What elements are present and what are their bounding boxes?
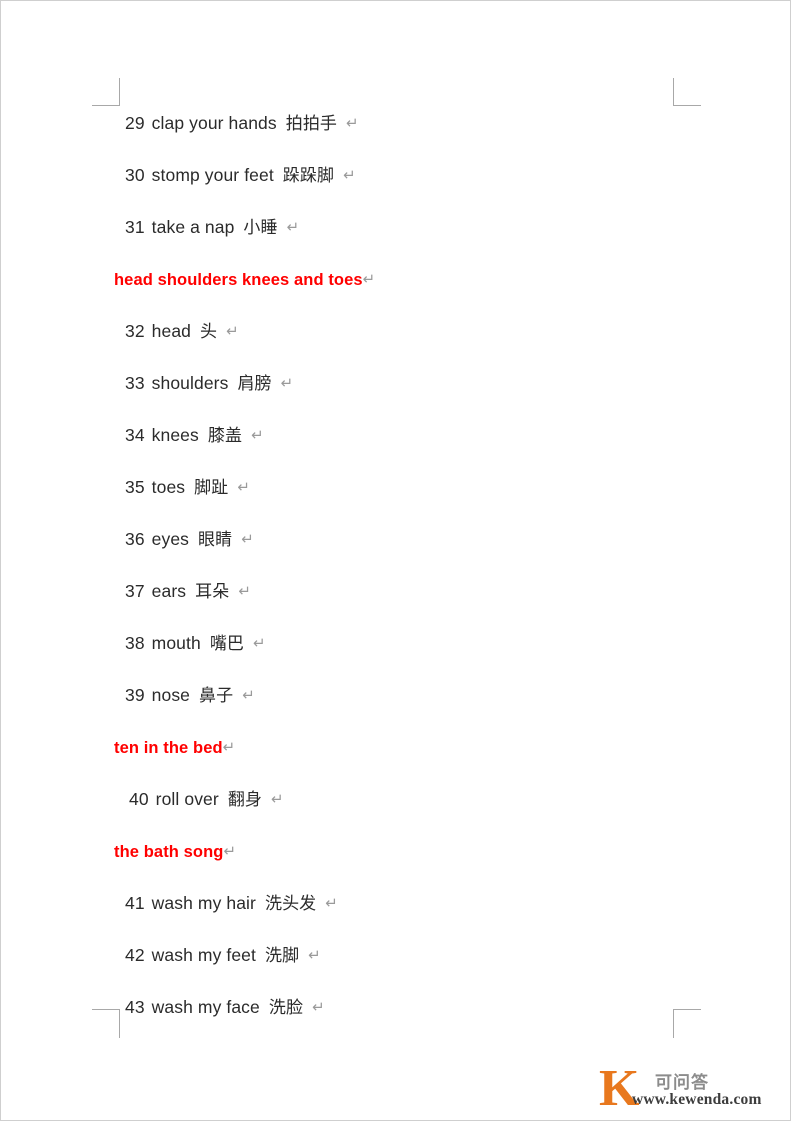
english-term: eyes <box>151 529 190 549</box>
vocabulary-line: 37 ears 耳朵 ↵ <box>1 565 790 617</box>
document-page: 29 clap your hands 拍拍手 ↵ 30 stomp your feet 跺跺… <box>0 0 791 1121</box>
vocabulary-line: 38 mouth 嘴巴 ↵ <box>1 617 790 669</box>
paragraph-mark-icon: ↵ <box>237 478 251 496</box>
vocabulary-line: 34 knees 膝盖 ↵ <box>1 409 790 461</box>
chinese-translation: 头 <box>200 322 218 342</box>
paragraph-mark-icon: ↵ <box>242 686 255 704</box>
vocabulary-line: 32 head 头 ↵ <box>1 305 790 357</box>
heading-text: head shoulders knees and toes <box>114 271 363 289</box>
vocabulary-line: 43 wash my face 洗脸 ↵ <box>1 981 790 1033</box>
chinese-translation: 小睡 <box>243 218 278 238</box>
line-number: 34 <box>125 425 145 445</box>
english-term: toes <box>151 477 186 497</box>
line-number: 39 <box>125 685 145 705</box>
vocabulary-line: 31 take a nap 小睡 ↵ <box>1 201 790 253</box>
chinese-translation: 拍拍手 <box>285 114 338 134</box>
line-number: 33 <box>125 373 145 393</box>
watermark-chinese-name: 可问答 <box>655 1073 709 1093</box>
paragraph-mark-icon: ↵ <box>238 582 251 600</box>
line-number: 30 <box>125 165 145 185</box>
line-number: 40 <box>129 789 149 809</box>
vocabulary-line: 39 nose 鼻子 ↵ <box>1 669 790 721</box>
paragraph-mark-icon: ↵ <box>223 842 237 860</box>
line-number: 35 <box>125 477 145 497</box>
line-number: 32 <box>125 321 145 341</box>
chinese-translation: 跺跺脚 <box>282 166 335 186</box>
line-number: 31 <box>125 217 145 237</box>
english-term: wash my feet <box>151 945 256 965</box>
paragraph-mark-icon: ↵ <box>253 634 266 652</box>
watermark-url: www.kewenda.com <box>632 1091 762 1108</box>
vocabulary-line: 42 wash my feet 洗脚 ↵ <box>1 929 790 981</box>
english-term: wash my hair <box>151 893 256 913</box>
paragraph-mark-icon: ↵ <box>226 322 239 340</box>
vocabulary-line: 40 roll over 翻身 ↵ <box>1 773 790 825</box>
section-heading: the bath song↵ <box>1 825 790 877</box>
english-term: clap your hands <box>151 113 277 133</box>
english-term: mouth <box>151 633 201 653</box>
paragraph-mark-icon: ↵ <box>280 374 294 392</box>
chinese-translation: 耳朵 <box>195 582 230 602</box>
line-number: 37 <box>125 581 145 601</box>
english-term: ears <box>151 581 187 601</box>
vocabulary-line: 35 toes 脚趾 ↵ <box>1 461 790 513</box>
paragraph-mark-icon: ↵ <box>271 790 284 808</box>
english-term: take a nap <box>151 217 235 237</box>
paragraph-mark-icon: ↵ <box>222 738 236 756</box>
paragraph-mark-icon: ↵ <box>362 270 376 288</box>
paragraph-mark-icon: ↵ <box>241 530 254 548</box>
line-number: 38 <box>125 633 145 653</box>
paragraph-mark-icon: ↵ <box>308 946 321 964</box>
english-term: stomp your feet <box>151 165 274 185</box>
section-heading: ten in the bed↵ <box>1 721 790 773</box>
chinese-translation: 翻身 <box>227 790 263 810</box>
vocabulary-line: 41 wash my hair 洗头发 ↵ <box>1 877 790 929</box>
line-number: 43 <box>125 997 145 1017</box>
paragraph-mark-icon: ↵ <box>325 894 338 912</box>
line-number: 36 <box>125 529 145 549</box>
chinese-translation: 洗头发 <box>264 894 317 914</box>
paragraph-mark-icon: ↵ <box>312 998 325 1016</box>
chinese-translation: 眼睛 <box>198 530 233 550</box>
chinese-translation: 脚趾 <box>194 478 229 498</box>
english-term: head <box>151 321 192 341</box>
section-heading: head shoulders knees and toes↵ <box>1 253 790 305</box>
document-body: 29 clap your hands 拍拍手 ↵ 30 stomp your feet 跺跺… <box>1 97 790 1033</box>
line-number: 42 <box>125 945 145 965</box>
chinese-translation: 膝盖 <box>207 426 243 446</box>
chinese-translation: 嘴巴 <box>209 634 245 654</box>
english-term: nose <box>151 685 191 705</box>
english-term: knees <box>151 425 199 445</box>
english-term: roll over <box>155 789 219 809</box>
heading-text: ten in the bed <box>114 739 223 757</box>
paragraph-mark-icon: ↵ <box>251 426 264 444</box>
heading-text: the bath song <box>114 843 224 861</box>
paragraph-mark-icon: ↵ <box>346 114 359 132</box>
watermark-logo: K 可问答 www.kewenda.com <box>599 1063 769 1115</box>
chinese-translation: 洗脚 <box>264 946 300 966</box>
paragraph-mark-icon: ↵ <box>343 166 356 184</box>
line-number: 41 <box>125 893 145 913</box>
paragraph-mark-icon: ↵ <box>286 218 300 236</box>
vocabulary-line: 29 clap your hands 拍拍手 ↵ <box>1 97 790 149</box>
english-term: shoulders <box>151 373 229 393</box>
english-term: wash my face <box>151 997 260 1017</box>
chinese-translation: 肩膀 <box>237 374 272 394</box>
chinese-translation: 洗脸 <box>268 998 304 1018</box>
chinese-translation: 鼻子 <box>199 686 234 706</box>
vocabulary-line: 33 shoulders 肩膀 ↵ <box>1 357 790 409</box>
vocabulary-line: 36 eyes 眼睛 ↵ <box>1 513 790 565</box>
line-number: 29 <box>125 113 145 133</box>
vocabulary-line: 30 stomp your feet 跺跺脚 ↵ <box>1 149 790 201</box>
